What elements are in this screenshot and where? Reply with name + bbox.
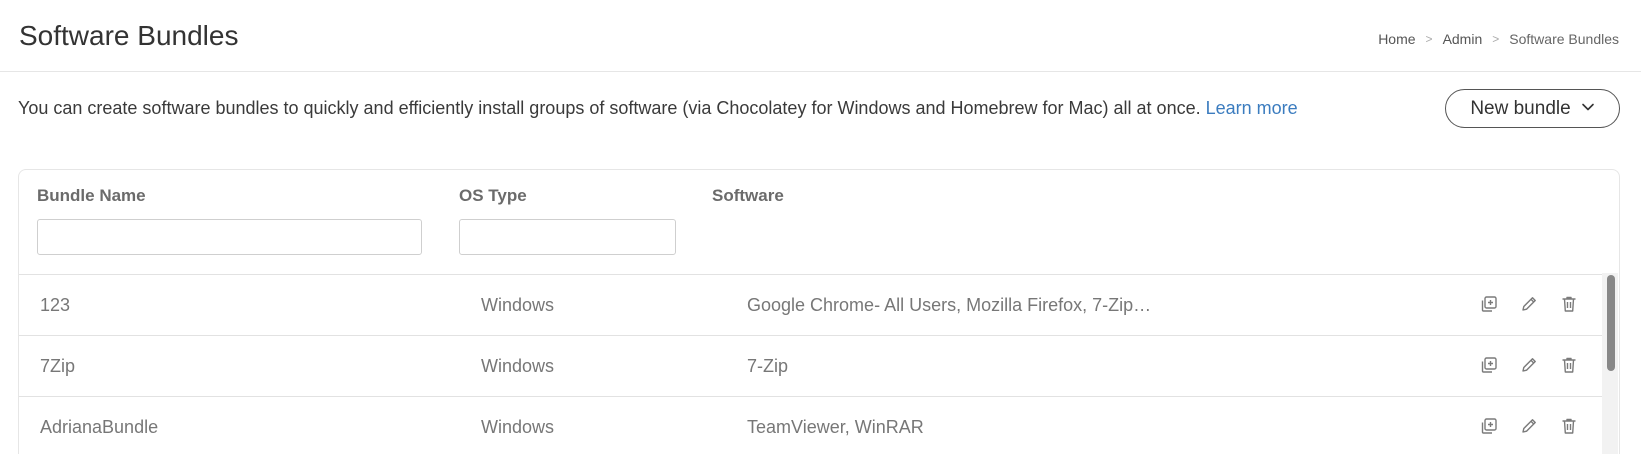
new-bundle-button[interactable]: New bundle bbox=[1445, 89, 1620, 128]
bundle-name-filter-input[interactable] bbox=[38, 220, 421, 254]
description-text: You can create software bundles to quick… bbox=[18, 98, 1201, 118]
delete-icon[interactable] bbox=[1559, 416, 1579, 436]
column-header-os-type[interactable]: OS Type bbox=[459, 186, 527, 206]
row-actions bbox=[1479, 355, 1579, 375]
breadcrumb: Home > Admin > Software Bundles bbox=[1378, 31, 1619, 47]
breadcrumb-separator: > bbox=[1492, 32, 1500, 46]
os-type-cell: Windows bbox=[481, 356, 555, 376]
bundle-name-cell: 123 bbox=[40, 295, 71, 315]
duplicate-icon[interactable] bbox=[1479, 416, 1499, 436]
page-description: You can create software bundles to quick… bbox=[18, 98, 1298, 119]
software-cell: 7-Zip bbox=[747, 356, 789, 376]
row-actions bbox=[1479, 416, 1579, 436]
row-actions bbox=[1479, 294, 1579, 314]
edit-icon[interactable] bbox=[1519, 355, 1539, 375]
delete-icon[interactable] bbox=[1559, 294, 1579, 314]
table-row[interactable]: AdrianaBundle Windows TeamViewer, WinRAR bbox=[19, 396, 1609, 454]
os-type-filter-input[interactable] bbox=[460, 220, 675, 254]
table-row[interactable]: 123 Windows Google Chrome- All Users, Mo… bbox=[19, 274, 1609, 335]
duplicate-icon[interactable] bbox=[1479, 294, 1499, 314]
edit-icon[interactable] bbox=[1519, 416, 1539, 436]
delete-icon[interactable] bbox=[1559, 355, 1579, 375]
page-title: Software Bundles bbox=[19, 20, 239, 51]
software-cell: Google Chrome- All Users, Mozilla Firefo… bbox=[747, 295, 1152, 315]
bundle-name-cell: 7Zip bbox=[40, 356, 76, 376]
table-scrollbar-thumb[interactable] bbox=[1607, 275, 1615, 371]
page-header: Software Bundles Home > Admin > Software… bbox=[0, 0, 1641, 72]
column-header-bundle-name[interactable]: Bundle Name bbox=[37, 186, 146, 206]
bundle-name-cell: AdrianaBundle bbox=[40, 417, 159, 437]
table-row[interactable]: 7Zip Windows 7-Zip bbox=[19, 335, 1609, 396]
breadcrumb-admin[interactable]: Admin bbox=[1443, 31, 1483, 47]
os-type-filter[interactable] bbox=[459, 219, 676, 255]
new-bundle-label: New bundle bbox=[1470, 97, 1571, 119]
table-body: 123 Windows Google Chrome- All Users, Mo… bbox=[19, 274, 1609, 454]
chevron-down-icon bbox=[1581, 98, 1595, 120]
learn-more-link[interactable]: Learn more bbox=[1206, 98, 1298, 118]
edit-icon[interactable] bbox=[1519, 294, 1539, 314]
breadcrumb-home[interactable]: Home bbox=[1378, 31, 1415, 47]
duplicate-icon[interactable] bbox=[1479, 355, 1499, 375]
os-type-cell: Windows bbox=[481, 417, 555, 437]
breadcrumb-separator: > bbox=[1425, 32, 1433, 46]
bundles-table: Bundle Name OS Type Software 123 Windows… bbox=[18, 169, 1620, 454]
bundle-name-filter[interactable] bbox=[37, 219, 422, 255]
software-cell: TeamViewer, WinRAR bbox=[747, 417, 924, 437]
os-type-cell: Windows bbox=[481, 295, 555, 315]
column-header-software[interactable]: Software bbox=[712, 186, 784, 206]
breadcrumb-current: Software Bundles bbox=[1509, 31, 1619, 47]
